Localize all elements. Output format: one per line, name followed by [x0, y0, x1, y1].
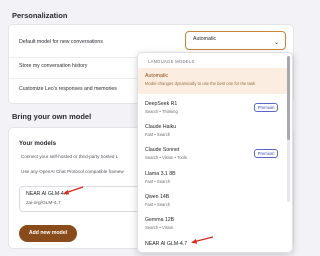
personalization-heading: Personalization	[12, 11, 68, 20]
model-option-llama[interactable]: Llama 3.1 8B Fast • Search	[138, 168, 287, 190]
model-dropdown-menu: LANGUAGE MODELS Automatic Model changes …	[137, 52, 293, 253]
option-name: Gemma 12B	[145, 217, 175, 223]
your-models-title: Your models	[19, 140, 57, 147]
option-tags: Fast • Search	[145, 201, 171, 207]
model-option-claude-sonnet[interactable]: Claude Sonnet Search • Vision • Tools Pr…	[138, 144, 287, 166]
model-option-automatic[interactable]: Automatic Model changes dynamically to u…	[138, 68, 287, 94]
red-arrow-icon	[63, 186, 84, 195]
model-option-gemma[interactable]: Gemma 12B Search • Vision	[138, 214, 287, 236]
premium-badge: Premium	[254, 149, 278, 158]
option-description: Model changes dynamically to use the bes…	[145, 80, 256, 86]
option-tags: Search • Vision	[145, 224, 174, 230]
chevron-down-icon: ⌄	[273, 40, 279, 46]
option-tags: Fast • Search	[145, 131, 171, 137]
red-arrow-icon	[191, 236, 214, 244]
default-model-label: Default model for new conversations	[19, 39, 103, 45]
byom-heading: Bring your own model	[12, 112, 92, 121]
default-model-value: Automatic	[193, 36, 217, 42]
dropdown-scrollbar-thumb[interactable]	[287, 56, 290, 140]
model-option-deepseek-r1[interactable]: DeepSeek R1 Search • Thinking Premium	[138, 98, 287, 120]
option-name: Claude Haiku	[145, 124, 177, 130]
option-name: Llama 3.1 8B	[145, 171, 176, 177]
custom-model-id: zai-org/GLM-4.7	[26, 201, 61, 206]
option-name: Automatic	[145, 73, 169, 79]
dropdown-heading: LANGUAGE MODELS	[148, 59, 195, 64]
byom-description-1: Connect your self-hosted or third-party …	[21, 154, 119, 159]
customize-responses-label[interactable]: Customize Leo's responses and memories	[19, 86, 117, 92]
default-model-select[interactable]: Automatic ⌄	[185, 31, 286, 50]
premium-badge: Premium	[254, 103, 278, 112]
byom-description-2: Use any OpenAI Chat Protocol compatible …	[21, 169, 124, 174]
store-history-label: Store my conversation history	[19, 63, 88, 69]
option-tags: Fast • Search	[145, 178, 171, 184]
option-name: Qwen 14B	[145, 194, 170, 200]
model-option-qwen[interactable]: Qwen 14B Fast • Search	[138, 191, 287, 213]
add-new-model-button[interactable]: Add new model	[19, 225, 77, 242]
model-option-claude-haiku[interactable]: Claude Haiku Fast • Search	[138, 121, 287, 143]
